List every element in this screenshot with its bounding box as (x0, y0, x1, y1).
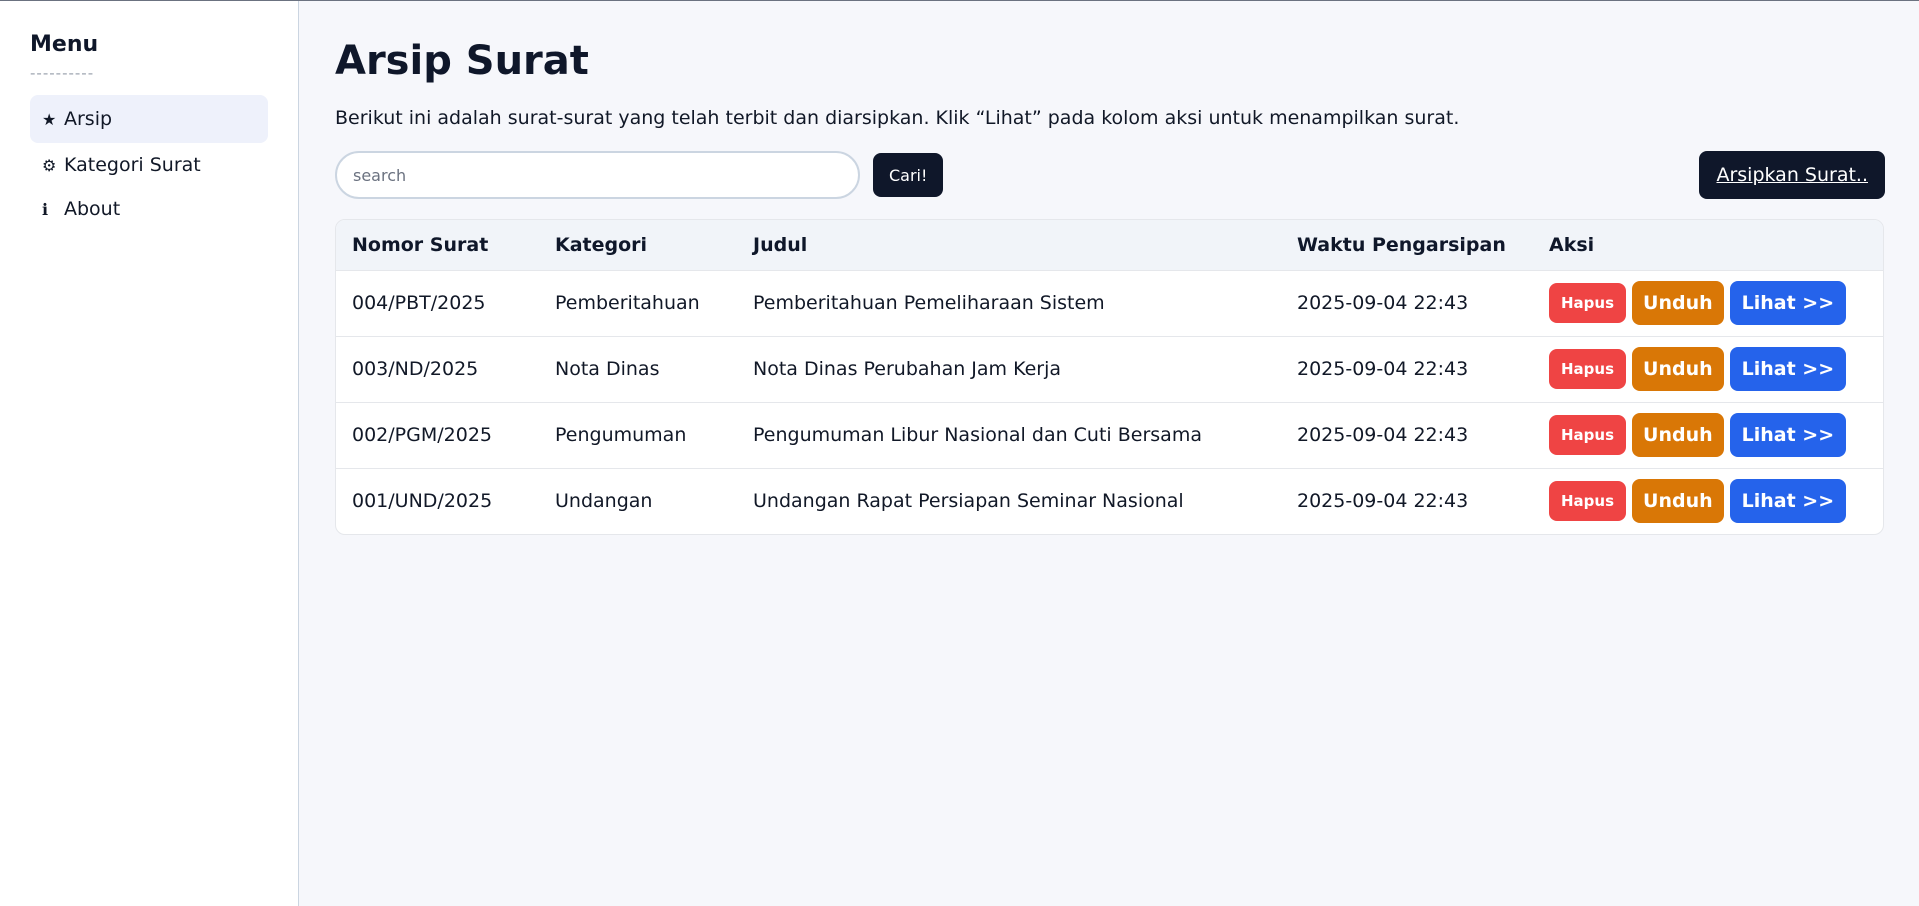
cell-nomor: 004/PBT/2025 (352, 292, 486, 314)
row-actions: Hapus Unduh Lihat >> (1549, 281, 1867, 325)
table-row: 004/PBT/2025 Pemberitahuan Pemberitahuan… (336, 270, 1883, 336)
sidebar-item-label: About (64, 198, 121, 220)
sidebar: Menu ---------- ★ Arsip ⚙ Kategori Surat… (0, 1, 299, 906)
download-button[interactable]: Unduh (1632, 281, 1724, 325)
sidebar-divider: ---------- (30, 64, 95, 82)
cell-kategori: Undangan (555, 490, 653, 513)
sidebar-item-label: Arsip (64, 108, 113, 130)
header-aksi: Aksi (1533, 220, 1883, 271)
table-header-row: Nomor Surat Kategori Judul Waktu Pengars… (336, 220, 1883, 271)
view-button[interactable]: Lihat >> (1729, 413, 1847, 457)
cell-waktu: 2025-09-04 22:43 (1297, 292, 1469, 314)
row-actions: Hapus Unduh Lihat >> (1549, 347, 1867, 391)
cell-aksi: Hapus Unduh Lihat >> (1533, 336, 1883, 402)
download-button[interactable]: Unduh (1632, 347, 1724, 391)
download-button[interactable]: Unduh (1632, 479, 1724, 524)
table-row: 001/UND/2025 Undangan Undangan Rapat Per… (336, 468, 1883, 534)
search-button[interactable]: Cari! (873, 153, 944, 197)
sidebar-title: Menu (30, 32, 99, 57)
archive-table-card: Nomor Surat Kategori Judul Waktu Pengars… (335, 219, 1884, 535)
delete-button[interactable]: Hapus (1549, 415, 1627, 455)
archive-letter-button[interactable]: Arsipkan Surat.. (1699, 151, 1885, 199)
row-actions: Hapus Unduh Lihat >> (1549, 413, 1867, 457)
sidebar-item-kategori-surat[interactable]: ⚙ Kategori Surat (30, 143, 268, 187)
header-waktu-pengarsipan: Waktu Pengarsipan (1281, 220, 1533, 271)
cell-judul: Pengumuman Libur Nasional dan Cuti Bersa… (753, 424, 1202, 446)
cell-waktu: 2025-09-04 22:43 (1297, 424, 1469, 446)
cell-waktu: 2025-09-04 22:43 (1297, 490, 1469, 513)
download-button[interactable]: Unduh (1632, 413, 1724, 457)
cell-waktu: 2025-09-04 22:43 (1297, 358, 1469, 380)
page-description: Berikut ini adalah surat-surat yang tela… (335, 107, 1460, 129)
sidebar-item-arsip[interactable]: ★ Arsip (30, 95, 268, 143)
view-button[interactable]: Lihat >> (1729, 281, 1847, 325)
cell-kategori: Pengumuman (555, 424, 687, 446)
cell-nomor: 001/UND/2025 (352, 490, 493, 513)
cell-judul: Nota Dinas Perubahan Jam Kerja (753, 358, 1062, 380)
archive-table: Nomor Surat Kategori Judul Waktu Pengars… (336, 220, 1883, 534)
header-kategori: Kategori (539, 220, 737, 271)
header-nomor-surat: Nomor Surat (336, 220, 539, 271)
view-button[interactable]: Lihat >> (1729, 479, 1847, 524)
cell-aksi: Hapus Unduh Lihat >> (1533, 468, 1883, 534)
gear-icon: ⚙ (42, 155, 57, 175)
info-icon: ℹ (42, 199, 49, 219)
row-actions: Hapus Unduh Lihat >> (1549, 479, 1867, 524)
cell-nomor: 002/PGM/2025 (352, 424, 492, 446)
toolbar: Cari! Arsipkan Surat.. (335, 151, 1885, 199)
cell-judul: Undangan Rapat Persiapan Seminar Nasiona… (753, 490, 1184, 513)
delete-button[interactable]: Hapus (1549, 349, 1627, 389)
delete-button[interactable]: Hapus (1549, 283, 1627, 323)
header-judul: Judul (737, 220, 1281, 271)
delete-button[interactable]: Hapus (1549, 481, 1627, 522)
view-button[interactable]: Lihat >> (1729, 347, 1847, 391)
cell-kategori: Pemberitahuan (555, 292, 700, 314)
star-icon: ★ (42, 109, 57, 129)
app-root: Menu ---------- ★ Arsip ⚙ Kategori Surat… (0, 0, 1919, 906)
cell-aksi: Hapus Unduh Lihat >> (1533, 270, 1883, 336)
cell-aksi: Hapus Unduh Lihat >> (1533, 402, 1883, 468)
sidebar-item-about[interactable]: ℹ About (30, 187, 268, 231)
main-content: Arsip Surat Berikut ini adalah surat-sur… (299, 1, 1919, 906)
cell-kategori: Nota Dinas (555, 358, 660, 380)
search-input[interactable] (335, 151, 860, 199)
sidebar-item-label: Kategori Surat (64, 154, 201, 176)
table-row: 002/PGM/2025 Pengumuman Pengumuman Libur… (336, 402, 1883, 468)
cell-nomor: 003/ND/2025 (352, 358, 479, 380)
page-title: Arsip Surat (335, 38, 589, 84)
cell-judul: Pemberitahuan Pemeliharaan Sistem (753, 292, 1105, 314)
table-row: 003/ND/2025 Nota Dinas Nota Dinas Peruba… (336, 336, 1883, 402)
